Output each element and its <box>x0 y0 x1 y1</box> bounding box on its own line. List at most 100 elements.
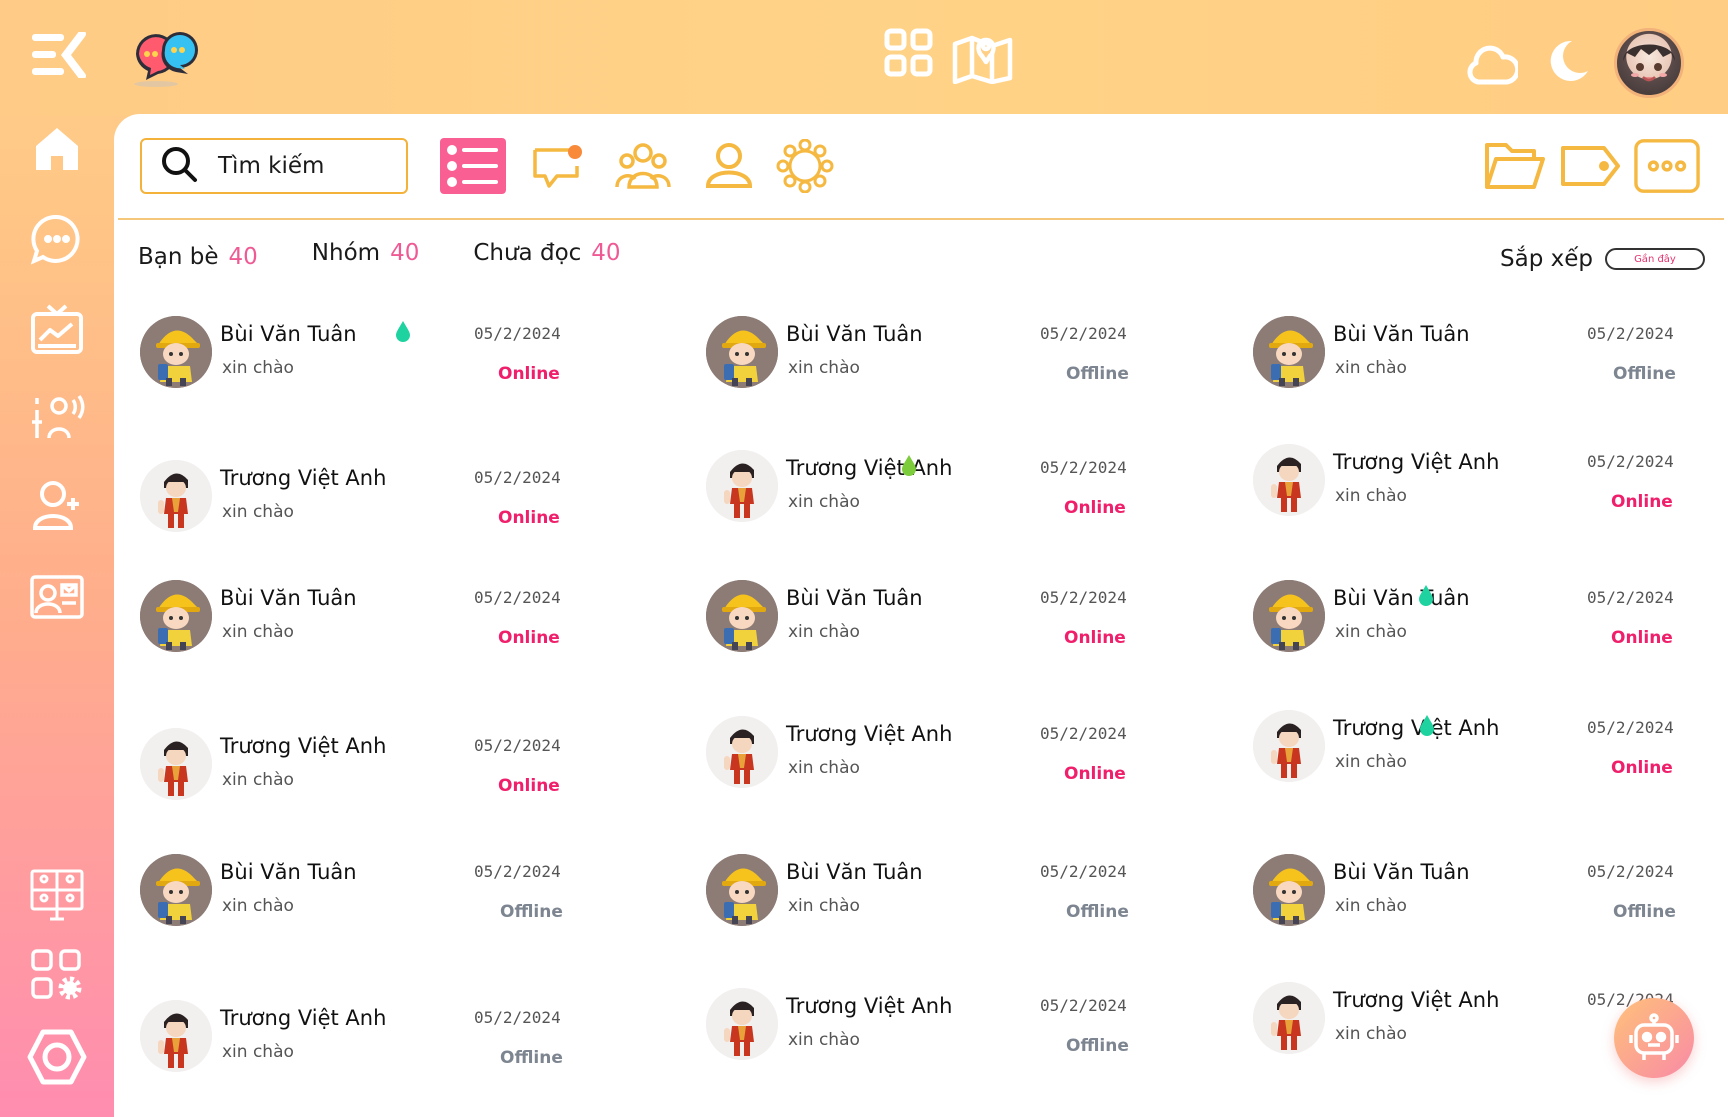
last-message: xin chào <box>788 358 860 378</box>
contact-name: Bùi Văn Tuân <box>786 586 923 610</box>
avatar <box>1253 982 1325 1054</box>
more-icon[interactable] <box>1634 136 1700 196</box>
tab-unread[interactable]: Chưa đọc 40 <box>473 240 620 270</box>
tab-label: Bạn bè <box>138 244 219 270</box>
status-badge: Offline <box>500 902 563 922</box>
contact-list-item[interactable]: Trương Việt Anh xin chào 05/2/2024 Offline <box>140 1000 600 1090</box>
contact-card-icon[interactable] <box>26 566 88 628</box>
cloud-icon[interactable] <box>1466 36 1521 90</box>
contact-list-item[interactable]: Bùi Văn Tuân xin chào 05/2/2024 Online <box>140 580 600 670</box>
grid-icon[interactable] <box>884 28 934 88</box>
status-badge: Offline <box>1613 902 1676 922</box>
message-date: 05/2/2024 <box>474 862 561 881</box>
contact-list-item[interactable]: Bùi Văn Tuân xin chào 05/2/2024 Online <box>1253 580 1713 670</box>
message-date: 05/2/2024 <box>1040 996 1127 1015</box>
add-user-icon[interactable] <box>26 474 88 536</box>
robot-icon[interactable] <box>1614 998 1694 1078</box>
map-icon[interactable] <box>952 28 1014 88</box>
list-icon[interactable] <box>440 136 506 196</box>
presence-drop-icon <box>395 320 411 342</box>
contact-list-item[interactable]: Bùi Văn Tuân xin chào 05/2/2024 Offline <box>1253 316 1713 406</box>
last-message: xin chào <box>1335 752 1407 772</box>
last-message: xin chào <box>788 622 860 642</box>
message-date: 05/2/2024 <box>1587 588 1674 607</box>
contact-name: Bùi Văn Tuân <box>1333 586 1470 610</box>
contact-list-item[interactable]: Trương Việt Anh xin chào 05/2/2024 Online <box>1253 444 1713 534</box>
contact-list-item[interactable]: Trương Việt Anh xin chào 05/2/2024 Online <box>706 450 1166 540</box>
message-date: 05/2/2024 <box>474 736 561 755</box>
notification-chat-icon[interactable] <box>526 136 592 196</box>
avatar <box>140 1000 212 1072</box>
message-date: 05/2/2024 <box>474 468 561 487</box>
contact-list-item[interactable]: Bùi Văn Tuân xin chào 05/2/2024 Offline <box>1253 854 1713 944</box>
contact-name: Trương Việt Anh <box>786 994 953 1018</box>
status-badge: Online <box>1064 628 1126 648</box>
contact-list-item[interactable]: Trương Việt Anh xin chào 05/2/2024 Offline <box>706 988 1166 1078</box>
message-date: 05/2/2024 <box>1587 862 1674 881</box>
contact-list-item[interactable]: Bùi Văn Tuân xin chào 05/2/2024 Offline <box>140 854 600 944</box>
status-badge: Online <box>498 776 560 796</box>
home-icon[interactable] <box>26 118 88 180</box>
contact-list-item[interactable]: Bùi Văn Tuân xin chào 05/2/2024 Offline <box>706 316 1166 406</box>
tv-analytics-icon[interactable] <box>26 298 88 360</box>
status-badge: Online <box>1611 758 1673 778</box>
avatar <box>706 988 778 1060</box>
chat-icon[interactable] <box>26 208 88 270</box>
contact-list-item[interactable]: Trương Việt Anh xin chào 05/2/2024 Online <box>1253 710 1713 800</box>
status-badge: Offline <box>1613 364 1676 384</box>
sort-dropdown[interactable]: Gần đây <box>1604 248 1705 270</box>
contact-name: Trương Việt Anh <box>1333 988 1500 1012</box>
presence-drop-icon <box>1419 714 1435 736</box>
contact-name: Trương Việt Anh <box>220 466 387 490</box>
apps-settings-icon[interactable] <box>26 944 88 1006</box>
contact-name: Bùi Văn Tuân <box>1333 322 1470 346</box>
avatar <box>706 716 778 788</box>
contact-list-item[interactable]: Bùi Văn Tuân xin chào 05/2/2024 Offline <box>706 854 1166 944</box>
message-date: 05/2/2024 <box>1587 452 1674 471</box>
network-icon[interactable] <box>772 136 838 196</box>
tab-label: Chưa đọc <box>473 240 582 266</box>
video-conference-icon[interactable] <box>26 864 88 926</box>
tab-count: 40 <box>228 244 258 270</box>
presence-drop-icon <box>1418 584 1434 606</box>
contact-list-item[interactable]: Bùi Văn Tuân xin chào 05/2/2024 Online <box>140 316 600 406</box>
contact-list-item[interactable]: Trương Việt Anh xin chào 05/2/2024 Online <box>140 460 600 550</box>
last-message: xin chào <box>1335 622 1407 642</box>
sort-control: Sắp xếp Gần đây <box>1500 246 1705 272</box>
folder-icon[interactable] <box>1482 136 1548 196</box>
message-date: 05/2/2024 <box>1587 718 1674 737</box>
avatar <box>1253 316 1325 388</box>
avatar <box>1253 444 1325 516</box>
tag-icon[interactable] <box>1558 136 1624 196</box>
chat-bubbles-logo-icon[interactable] <box>128 26 198 88</box>
search-placeholder: Tìm kiếm <box>218 153 325 179</box>
voice-settings-icon[interactable] <box>26 386 88 448</box>
last-message: xin chào <box>1335 358 1407 378</box>
contact-name: Trương Việt Anh <box>1333 450 1500 474</box>
avatar[interactable] <box>1614 28 1684 98</box>
tab-friends[interactable]: Bạn bè 40 <box>138 244 258 270</box>
avatar <box>706 316 778 388</box>
message-date: 05/2/2024 <box>474 324 561 343</box>
tab-count: 40 <box>591 240 621 266</box>
group-icon[interactable] <box>610 136 676 196</box>
search-icon <box>160 145 198 187</box>
menu-icon[interactable] <box>32 30 88 80</box>
message-date: 05/2/2024 <box>1040 862 1127 881</box>
moon-icon[interactable] <box>1542 37 1590 89</box>
contact-list-item[interactable]: Trương Việt Anh xin chào 05/2/2024 Online <box>706 716 1166 806</box>
contact-list-item[interactable]: Bùi Văn Tuân xin chào 05/2/2024 Online <box>706 580 1166 670</box>
contact-list-item[interactable]: Trương Việt Anh xin chào 05/2/2024 Online <box>140 728 600 818</box>
search-input[interactable]: Tìm kiếm <box>140 138 408 194</box>
contact-name: Trương Việt Anh <box>786 722 953 746</box>
toolbar-divider <box>118 218 1724 220</box>
user-icon[interactable] <box>696 136 762 196</box>
avatar <box>140 316 212 388</box>
contact-name: Trương Việt Anh <box>1333 716 1500 740</box>
last-message: xin chào <box>788 896 860 916</box>
avatar <box>140 460 212 532</box>
tab-groups[interactable]: Nhóm 40 <box>312 240 420 270</box>
last-message: xin chào <box>222 896 294 916</box>
hexagon-icon[interactable] <box>26 1026 88 1088</box>
avatar <box>1253 580 1325 652</box>
